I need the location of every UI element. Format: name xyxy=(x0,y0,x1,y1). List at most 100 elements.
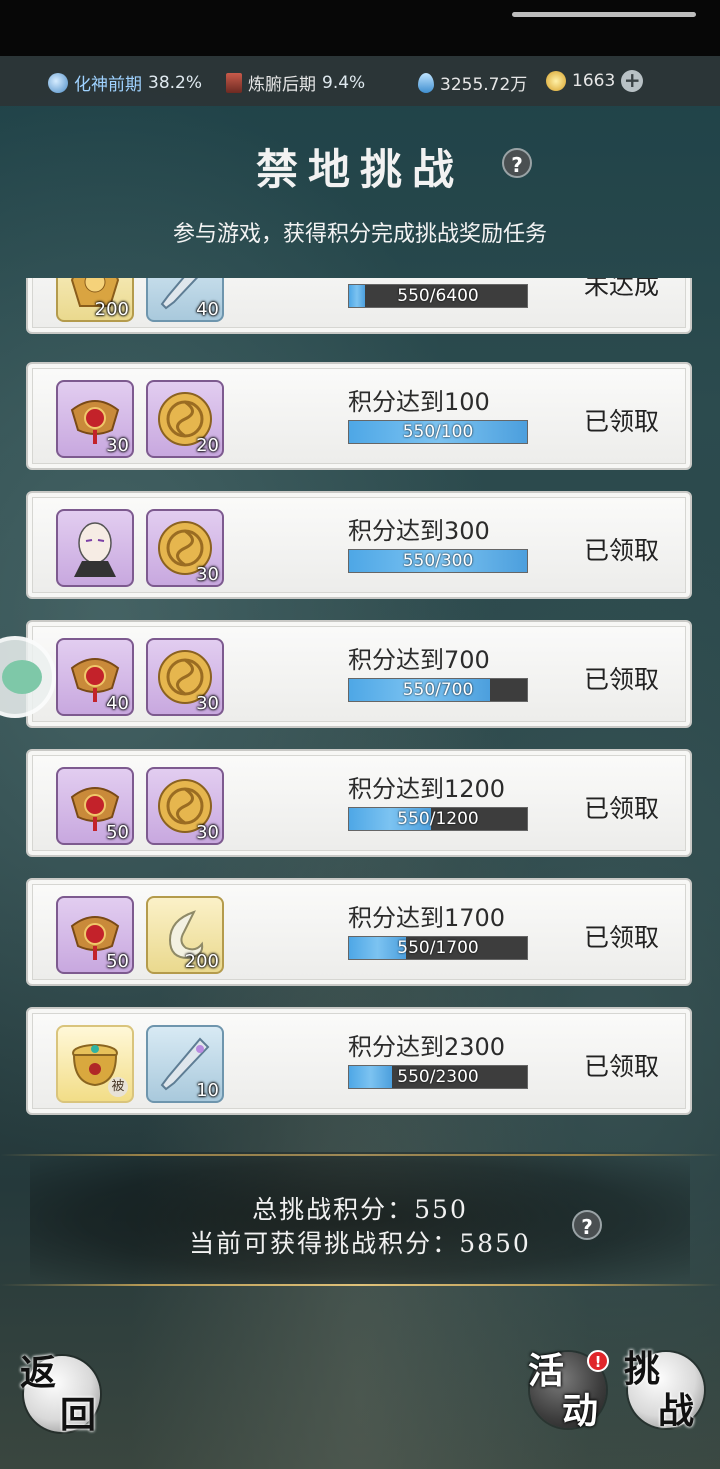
task-status[interactable]: 已领取 xyxy=(584,660,659,696)
realm2-name: 炼腑后期 xyxy=(248,75,316,95)
reward-count: 40 xyxy=(106,693,129,714)
challenge-char-1: 挑 xyxy=(624,1348,661,1390)
task-status[interactable]: 已领取 xyxy=(584,1047,659,1083)
task-list[interactable]: 200 40 550/6400 未达成 30 20 积分达到100 550/100 已领取 30 积… xyxy=(0,278,720,1128)
realm-progress-secondary: 炼腑后期 9.4% xyxy=(226,70,365,95)
progress-bar: 550/2300 xyxy=(348,1065,528,1089)
chat-bubble-icon xyxy=(2,660,42,694)
system-status-bar xyxy=(0,0,720,56)
reward-item[interactable]: 30 xyxy=(146,767,224,845)
progress-text: 550/2300 xyxy=(397,1067,479,1087)
add-gold-button[interactable]: + xyxy=(621,70,644,92)
task-card: 50 30 积分达到1200 550/1200 已领取 xyxy=(26,749,692,857)
spirit-stone-icon xyxy=(418,72,434,93)
progress-bar: 550/700 xyxy=(348,678,528,702)
reward-count: 50 xyxy=(106,822,129,843)
reward-count: 10 xyxy=(196,1080,219,1101)
task-status[interactable]: 已领取 xyxy=(584,789,659,825)
back-char-1: 返 xyxy=(20,1352,57,1394)
task-status[interactable]: 已领取 xyxy=(584,402,659,438)
summary-bottom-divider xyxy=(0,1284,720,1286)
reward-count: 40 xyxy=(196,299,219,320)
reward-item[interactable]: 40 xyxy=(146,278,224,322)
progress-bar: 550/1200 xyxy=(348,807,528,831)
reward-item[interactable]: 200 xyxy=(56,278,134,322)
reward-item[interactable]: 50 xyxy=(56,896,134,974)
available-score-label: 当前可获得挑战积分： xyxy=(189,1229,460,1258)
task-goal: 积分达到100 xyxy=(348,388,490,416)
reward-count: 30 xyxy=(196,693,219,714)
reward-item[interactable]: 50 xyxy=(56,767,134,845)
reward-count: 20 xyxy=(196,435,219,456)
gold-coin-small-icon xyxy=(546,71,566,91)
task-goal: 积分达到1200 xyxy=(348,775,506,803)
item-tag-badge: 被 xyxy=(108,1077,128,1097)
task-card: 200 40 550/6400 未达成 xyxy=(26,278,692,334)
progress-text: 550/1200 xyxy=(397,809,479,829)
challenge-char-2: 战 xyxy=(658,1390,695,1432)
task-goal: 积分达到2300 xyxy=(348,1033,506,1061)
progress-text: 550/700 xyxy=(402,680,474,700)
reward-item[interactable]: 20 xyxy=(146,380,224,458)
reward-count: 200 xyxy=(94,299,129,320)
reward-item[interactable]: 30 xyxy=(146,509,224,587)
summary-help-button[interactable]: ? xyxy=(572,1210,602,1240)
progress-bar: 550/6400 xyxy=(348,284,528,308)
realm2-percent: 9.4% xyxy=(322,72,366,93)
task-card: 40 30 积分达到700 550/700 已领取 xyxy=(26,620,692,728)
progress-text: 550/6400 xyxy=(397,286,479,306)
activity-alert-badge: ! xyxy=(587,1350,609,1372)
reward-item[interactable]: 被 xyxy=(56,1025,134,1103)
reward-count: 50 xyxy=(106,951,129,972)
progress-text: 550/300 xyxy=(402,551,474,571)
progress-text: 550/100 xyxy=(402,422,474,442)
cultivation-orb-icon xyxy=(48,72,68,93)
reward-item[interactable] xyxy=(56,509,134,587)
gold-counter: 1663 + xyxy=(546,70,644,92)
total-score-value: 550 xyxy=(414,1195,468,1224)
task-goal: 积分达到1700 xyxy=(348,904,506,932)
reward-item[interactable]: 40 xyxy=(56,638,134,716)
realm1-percent: 38.2% xyxy=(148,72,203,93)
title-help-button[interactable]: ? xyxy=(502,148,532,178)
realm-progress-primary: 化神前期 38.2% xyxy=(48,70,202,95)
task-card: 30 20 积分达到100 550/100 已领取 xyxy=(26,362,692,470)
activity-char-2: 动 xyxy=(562,1390,599,1432)
progress-bar: 550/300 xyxy=(348,549,528,573)
realm1-name: 化神前期 xyxy=(74,75,142,95)
task-status[interactable]: 未达成 xyxy=(584,278,659,302)
total-score-line: 总挑战积分：550 xyxy=(0,1190,720,1226)
reward-item[interactable]: 200 xyxy=(146,896,224,974)
body-refine-icon xyxy=(226,72,242,93)
progress-bar: 550/100 xyxy=(348,420,528,444)
reward-count: 30 xyxy=(196,564,219,585)
reward-count: 200 xyxy=(184,951,219,972)
task-goal: 积分达到700 xyxy=(348,646,490,674)
progress-text: 550/1700 xyxy=(397,938,479,958)
task-card: 被 10 积分达到2300 550/2300 已领取 xyxy=(26,1007,692,1115)
task-card: 30 积分达到300 550/300 已领取 xyxy=(26,491,692,599)
reward-item[interactable]: 30 xyxy=(146,638,224,716)
task-goal: 积分达到300 xyxy=(348,517,490,545)
reward-item[interactable]: 30 xyxy=(56,380,134,458)
gold-amount: 1663 xyxy=(572,71,616,91)
page-title: 禁地挑战 xyxy=(255,145,464,194)
reward-item[interactable]: 10 xyxy=(146,1025,224,1103)
page-subtitle: 参与游戏，获得积分完成挑战奖励任务 xyxy=(172,222,547,247)
app-screen: 化神前期 38.2% 炼腑后期 9.4% 3255.72万 1663 + 禁地挑… xyxy=(0,56,720,1469)
gesture-handle[interactable] xyxy=(512,12,696,17)
available-score-value: 5850 xyxy=(459,1229,531,1258)
spirit-stone-counter: 3255.72万 xyxy=(418,70,527,95)
reward-count: 30 xyxy=(196,822,219,843)
activity-char-1: 活 xyxy=(528,1350,565,1392)
available-score-line: 当前可获得挑战积分：5850 xyxy=(0,1224,720,1260)
reward-count: 30 xyxy=(106,435,129,456)
resource-bar: 化神前期 38.2% 炼腑后期 9.4% 3255.72万 1663 + xyxy=(0,56,720,106)
progress-bar: 550/1700 xyxy=(348,936,528,960)
task-card: 50 200 积分达到1700 550/1700 已领取 xyxy=(26,878,692,986)
spirit-stone-amount: 3255.72万 xyxy=(440,75,528,95)
task-status[interactable]: 已领取 xyxy=(584,918,659,954)
task-status[interactable]: 已领取 xyxy=(584,531,659,567)
total-score-label: 总挑战积分： xyxy=(252,1195,415,1224)
back-char-2: 回 xyxy=(60,1394,97,1436)
